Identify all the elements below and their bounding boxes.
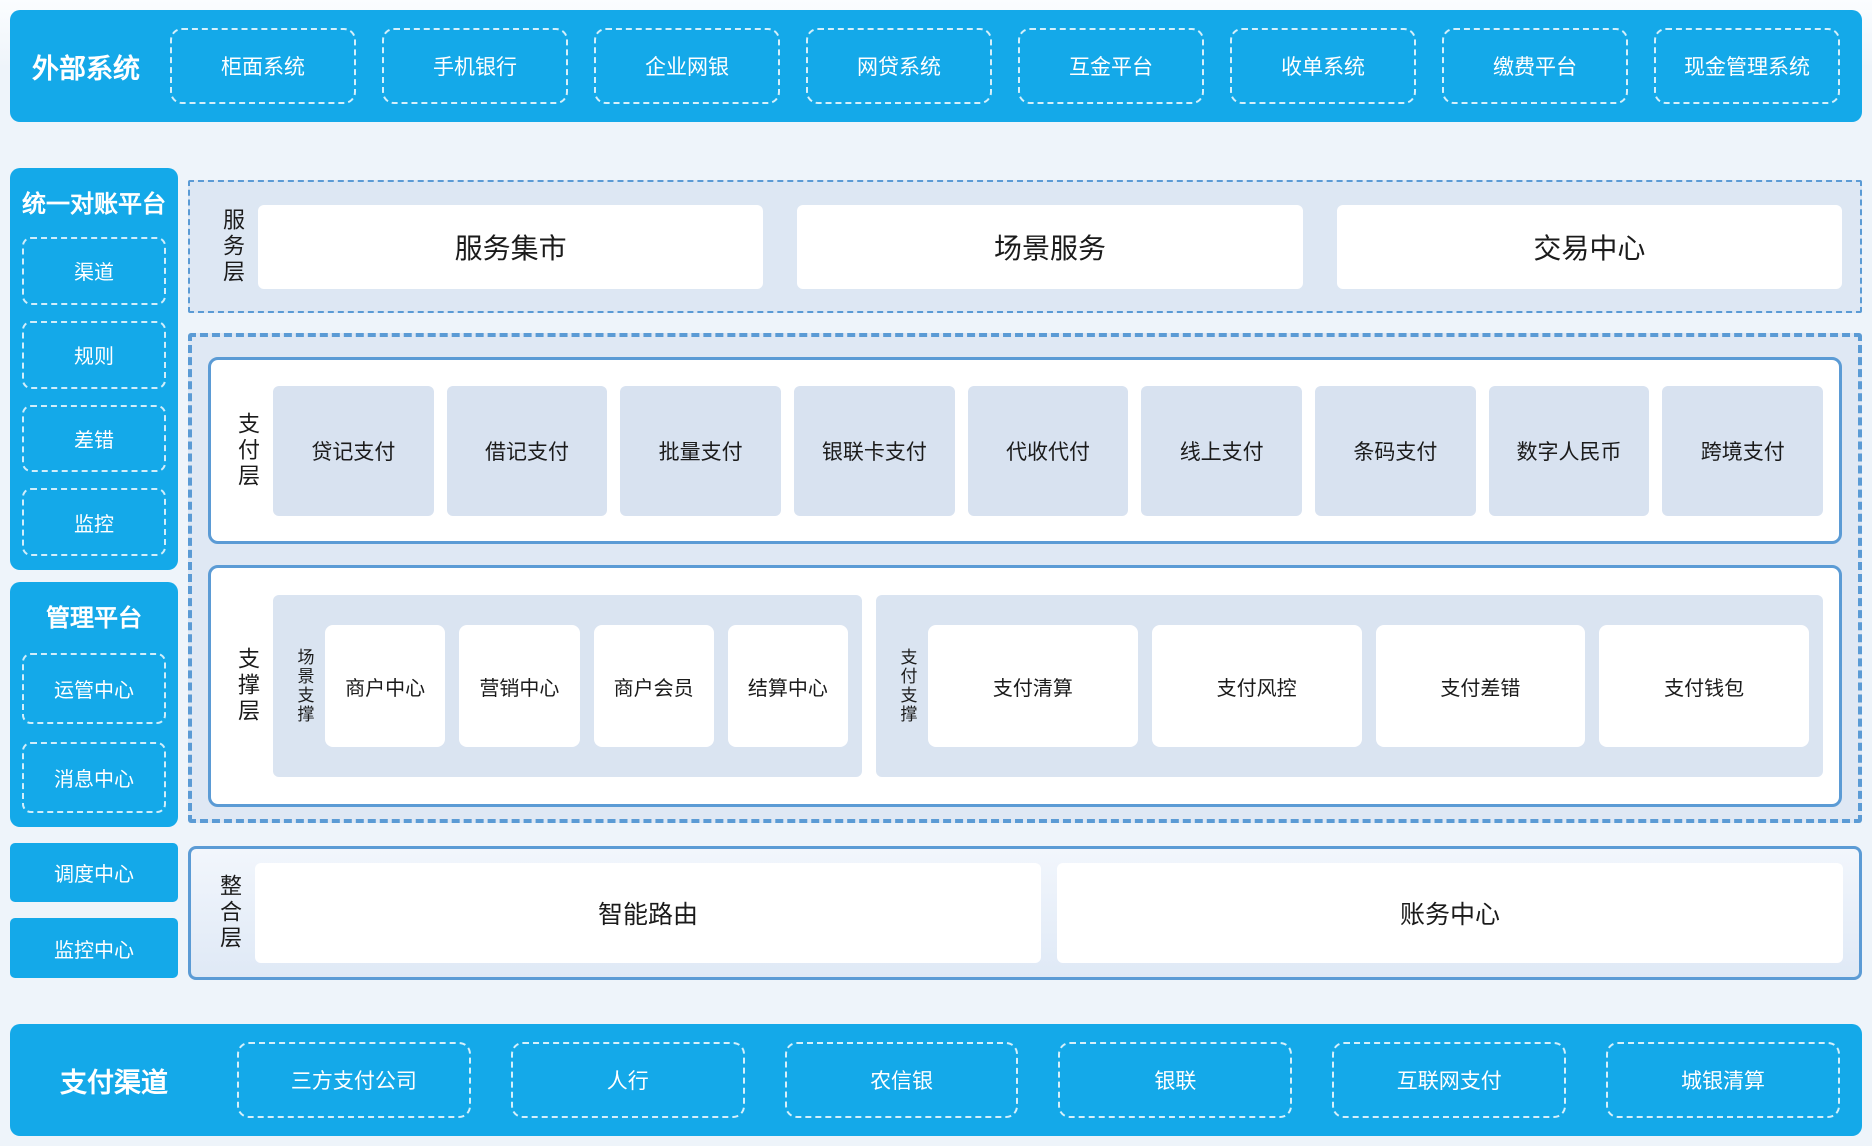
scene-support-items: 商户中心 营销中心 商户会员 结算中心 xyxy=(325,625,848,747)
payment-layer: 支付层 贷记支付 借记支付 批量支付 银联卡支付 代收代付 线上支付 条码支付 … xyxy=(208,357,1842,544)
external-system-item-cash-mgmt: 现金管理系统 xyxy=(1654,28,1840,104)
scene-item-merchant-member: 商户会员 xyxy=(594,625,714,747)
payment-architecture-diagram: 外部系统 柜面系统 手机银行 企业网银 网贷系统 互金平台 收单系统 缴费平台 … xyxy=(0,0,1872,1146)
service-item-transaction-center: 交易中心 xyxy=(1337,205,1842,289)
integration-layer: 整合层 智能路由 账务中心 xyxy=(188,846,1862,980)
paysup-item-wallet: 支付钱包 xyxy=(1599,625,1809,747)
support-layer-label: 支撑层 xyxy=(221,647,273,725)
external-systems-items: 柜面系统 手机银行 企业网银 网贷系统 互金平台 收单系统 缴费平台 现金管理系… xyxy=(170,28,1840,104)
external-system-item-corp-ebank: 企业网银 xyxy=(594,28,780,104)
payment-item-batch: 批量支付 xyxy=(620,386,781,516)
payment-support-group: 支付支撑 支付清算 支付风控 支付差错 支付钱包 xyxy=(876,595,1823,777)
reconciliation-item-errors: 差错 xyxy=(22,405,166,473)
channel-item-third-party: 三方支付公司 xyxy=(237,1042,471,1118)
service-layer-label: 服务层 xyxy=(206,208,258,286)
channel-item-internet-payment: 互联网支付 xyxy=(1332,1042,1566,1118)
external-system-item-mobile-bank: 手机银行 xyxy=(382,28,568,104)
external-system-item-internet-finance: 互金平台 xyxy=(1018,28,1204,104)
support-layer-groups: 场景支撑 商户中心 营销中心 商户会员 结算中心 支付支撑 支付清算 xyxy=(273,595,1823,777)
scene-support-label: 场景支撑 xyxy=(283,648,325,724)
channel-item-city-bank-clearing: 城银清算 xyxy=(1606,1042,1840,1118)
integration-item-smart-routing: 智能路由 xyxy=(255,863,1041,963)
integration-item-accounting-center: 账务中心 xyxy=(1057,863,1843,963)
reconciliation-item-monitoring: 监控 xyxy=(22,488,166,556)
management-item-operations-center: 运管中心 xyxy=(22,653,166,724)
scene-item-marketing-center: 营销中心 xyxy=(459,625,579,747)
support-layer: 支撑层 场景支撑 商户中心 营销中心 商户会员 结算中心 xyxy=(208,565,1842,807)
external-system-item-fee-payment: 缴费平台 xyxy=(1442,28,1628,104)
paysup-item-risk-control: 支付风控 xyxy=(1152,625,1362,747)
payment-channels-bar: 支付渠道 三方支付公司 人行 农信银 银联 互联网支付 城银清算 xyxy=(10,1024,1862,1136)
payment-layer-items: 贷记支付 借记支付 批量支付 银联卡支付 代收代付 线上支付 条码支付 数字人民… xyxy=(273,386,1823,516)
payment-item-collection: 代收代付 xyxy=(968,386,1129,516)
payment-channels-items: 三方支付公司 人行 农信银 银联 互联网支付 城银清算 xyxy=(237,1042,1840,1118)
channel-item-unionpay: 银联 xyxy=(1058,1042,1292,1118)
paysup-item-clearing: 支付清算 xyxy=(928,625,1138,747)
management-item-message-center: 消息中心 xyxy=(22,742,166,813)
payment-channels-title: 支付渠道 xyxy=(32,1061,237,1100)
management-platform-title: 管理平台 xyxy=(22,582,166,635)
channel-item-rural-credit: 农信银 xyxy=(785,1042,1019,1118)
payment-item-digital-rmb: 数字人民币 xyxy=(1489,386,1650,516)
service-item-service-market: 服务集市 xyxy=(258,205,763,289)
reconciliation-item-rules: 规则 xyxy=(22,321,166,389)
management-platform-block: 管理平台 运管中心 消息中心 xyxy=(10,582,178,827)
reconciliation-platform-block: 统一对账平台 渠道 规则 差错 监控 xyxy=(10,168,178,570)
payment-item-credit: 贷记支付 xyxy=(273,386,434,516)
left-sidebar: 统一对账平台 渠道 规则 差错 监控 管理平台 运管中心 消息中心 调度中心 监… xyxy=(10,168,178,982)
external-system-item-acquiring: 收单系统 xyxy=(1230,28,1416,104)
payment-item-cross-border: 跨境支付 xyxy=(1662,386,1823,516)
paysup-item-error-handling: 支付差错 xyxy=(1376,625,1586,747)
middle-region: 统一对账平台 渠道 规则 差错 监控 管理平台 运管中心 消息中心 调度中心 监… xyxy=(10,168,1862,982)
payment-layer-label: 支付层 xyxy=(221,412,273,490)
external-systems-title: 外部系统 xyxy=(32,47,170,86)
service-item-scene-service: 场景服务 xyxy=(797,205,1302,289)
integration-layer-label: 整合层 xyxy=(203,874,255,952)
reconciliation-platform-title: 统一对账平台 xyxy=(22,168,166,221)
scene-item-settlement-center: 结算中心 xyxy=(728,625,848,747)
scene-support-group: 场景支撑 商户中心 营销中心 商户会员 结算中心 xyxy=(273,595,862,777)
integration-layer-items: 智能路由 账务中心 xyxy=(255,863,1843,963)
payment-item-unionpay-card: 银联卡支付 xyxy=(794,386,955,516)
service-layer: 服务层 服务集市 场景服务 交易中心 xyxy=(188,180,1862,313)
monitoring-center-box: 监控中心 xyxy=(10,918,178,978)
payment-item-barcode: 条码支付 xyxy=(1315,386,1476,516)
external-systems-bar: 外部系统 柜面系统 手机银行 企业网银 网贷系统 互金平台 收单系统 缴费平台 … xyxy=(10,10,1862,122)
payment-support-label: 支付支撑 xyxy=(886,648,928,724)
scheduling-center-box: 调度中心 xyxy=(10,843,178,902)
core-layers-container: 支付层 贷记支付 借记支付 批量支付 银联卡支付 代收代付 线上支付 条码支付 … xyxy=(188,333,1862,823)
payment-item-online: 线上支付 xyxy=(1141,386,1302,516)
channel-item-pboc: 人行 xyxy=(511,1042,745,1118)
scene-item-merchant-center: 商户中心 xyxy=(325,625,445,747)
reconciliation-item-channel: 渠道 xyxy=(22,237,166,305)
external-system-item-counter: 柜面系统 xyxy=(170,28,356,104)
external-system-item-online-loan: 网贷系统 xyxy=(806,28,992,104)
service-layer-items: 服务集市 场景服务 交易中心 xyxy=(258,205,1842,289)
payment-support-items: 支付清算 支付风控 支付差错 支付钱包 xyxy=(928,625,1809,747)
main-column: 服务层 服务集市 场景服务 交易中心 支付层 贷记支付 借记支付 批量支付 银联… xyxy=(188,168,1862,982)
payment-item-debit: 借记支付 xyxy=(447,386,608,516)
